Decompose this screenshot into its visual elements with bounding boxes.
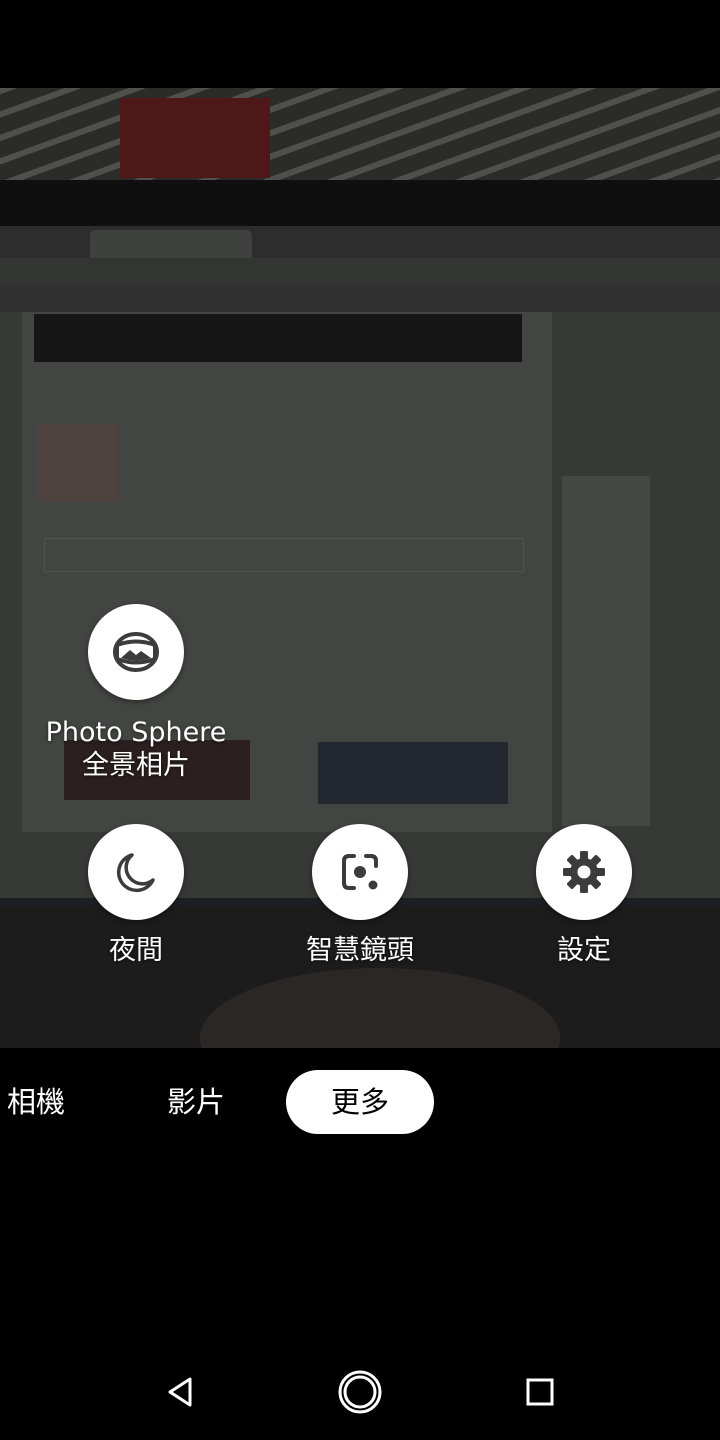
mode-photo-sphere-sublabel: 全景相片 [82, 750, 190, 781]
mode-photo-sphere-label: Photo Sphere [45, 717, 227, 748]
nav-recents-button[interactable] [512, 1364, 568, 1420]
nav-home-button[interactable] [332, 1364, 388, 1420]
mode-lens-label: 智慧鏡頭 [306, 935, 414, 966]
system-nav-bar [0, 1352, 720, 1432]
mode-photo-sphere-circle[interactable] [88, 604, 184, 700]
tab-more[interactable]: 更多 [286, 1070, 434, 1134]
gear-icon [563, 851, 605, 893]
camera-mode-tabs: 相機 影片 更多 [0, 1070, 720, 1134]
mode-lens-circle[interactable] [312, 824, 408, 920]
mode-night-circle[interactable] [88, 824, 184, 920]
tab-video[interactable]: 影片 [158, 1070, 234, 1134]
back-triangle-icon [168, 1377, 192, 1407]
mode-night-button[interactable]: 夜間 [36, 824, 236, 968]
nav-back-button[interactable] [152, 1364, 208, 1420]
home-circle-icon [338, 1370, 382, 1414]
mode-settings-circle[interactable] [536, 824, 632, 920]
photo-sphere-icon [113, 632, 159, 672]
mode-settings-label: 設定 [557, 935, 611, 966]
lens-icon [342, 854, 378, 890]
moon-icon [116, 853, 155, 893]
mode-settings-button[interactable]: 設定 [484, 824, 684, 968]
tab-camera[interactable]: 相機 [0, 1070, 72, 1134]
mode-night-label: 夜間 [109, 935, 163, 966]
recents-square-icon [526, 1378, 554, 1406]
mode-photo-sphere-button[interactable]: Photo Sphere 全景相片 [36, 604, 236, 782]
mode-lens-button[interactable]: 智慧鏡頭 [260, 824, 460, 968]
